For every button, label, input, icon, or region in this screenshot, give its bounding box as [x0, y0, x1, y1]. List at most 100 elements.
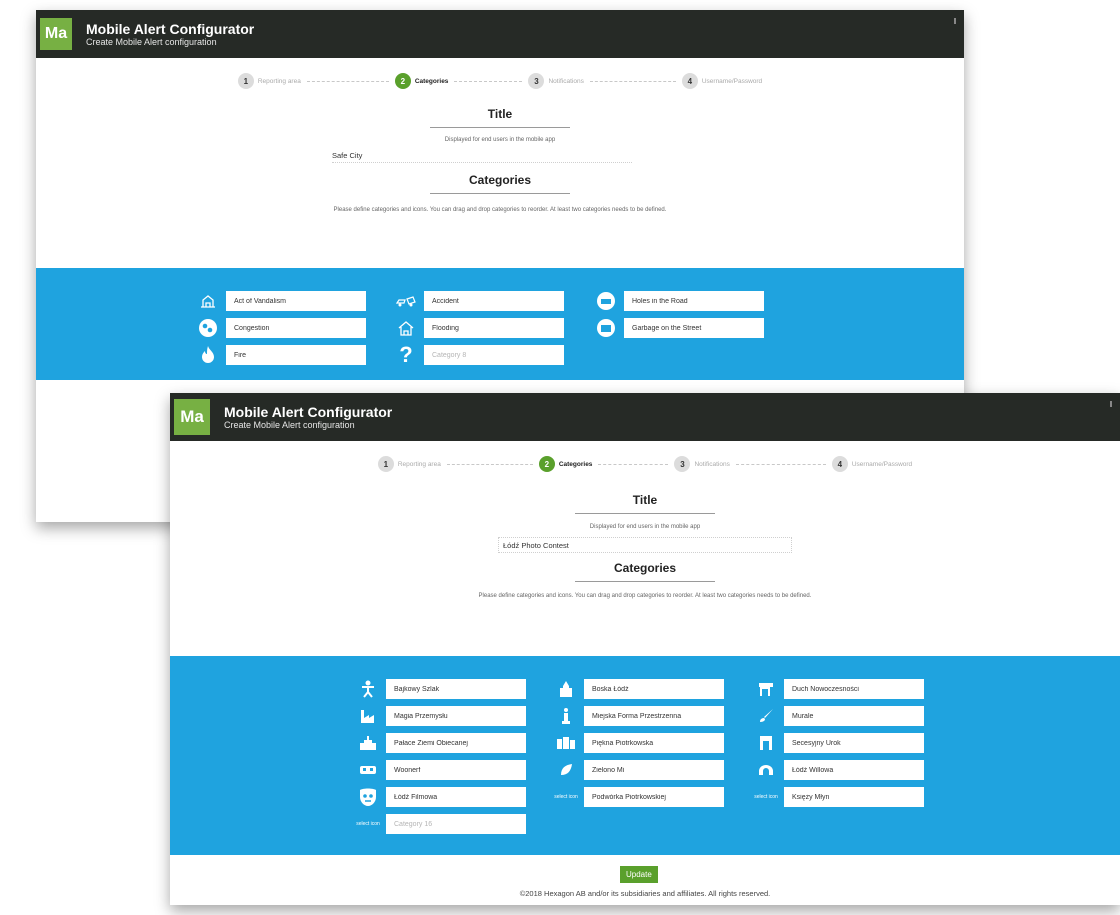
step-notifications[interactable]: 3 Notifications [674, 456, 730, 472]
menu-icon[interactable] [1110, 401, 1112, 407]
step-categories[interactable]: 2 Categories [394, 73, 448, 89]
category-item[interactable] [594, 291, 764, 311]
configurator-window-lodz: Ma Mobile Alert Configurator Create Mobi… [170, 393, 1120, 905]
category-input[interactable] [226, 291, 366, 311]
hole-icon[interactable] [594, 291, 618, 311]
palace-icon[interactable] [356, 733, 380, 753]
category-item[interactable] [196, 345, 366, 365]
app-title: Mobile Alert Configurator [86, 20, 255, 37]
category-item[interactable]: select icon [754, 787, 924, 807]
update-button[interactable]: Update [620, 866, 658, 883]
category-input-empty[interactable] [386, 814, 526, 834]
category-input-empty[interactable] [424, 345, 564, 365]
category-item[interactable] [196, 318, 366, 338]
category-item[interactable] [554, 706, 724, 726]
step-categories[interactable]: 2 Categories [538, 456, 592, 472]
doorway-icon[interactable] [754, 733, 778, 753]
accident-icon[interactable] [394, 291, 418, 311]
category-item[interactable] [554, 760, 724, 780]
step-number: 1 [237, 73, 254, 89]
category-input[interactable] [386, 679, 526, 699]
wizard-stepper: 1 Reporting area 2 Categories 3 Notifica… [170, 447, 1120, 481]
category-item[interactable] [394, 291, 564, 311]
step-number: 3 [528, 73, 545, 89]
category-item[interactable]: select icon [356, 814, 526, 834]
category-item[interactable] [594, 318, 764, 338]
category-item[interactable]: ? [394, 342, 564, 367]
title-helper-text: Displayed for end users in the mobile ap… [589, 524, 701, 530]
leaf-icon[interactable] [554, 760, 578, 780]
brush-icon[interactable] [754, 706, 778, 726]
category-input[interactable] [386, 760, 526, 780]
category-item[interactable] [356, 679, 526, 699]
category-item[interactable] [394, 318, 564, 338]
category-input[interactable] [784, 706, 924, 726]
category-item[interactable] [554, 679, 724, 699]
title-heading: Title [487, 107, 513, 121]
figure-icon[interactable] [356, 679, 380, 699]
menu-icon[interactable] [954, 18, 956, 24]
step-reporting-area[interactable]: 1 Reporting area [237, 73, 301, 89]
category-input[interactable] [386, 787, 526, 807]
step-username-password[interactable]: 4 Username/Password [681, 73, 762, 89]
garbage-icon[interactable] [594, 318, 618, 338]
step-label: Notifications [694, 460, 730, 468]
vandalism-icon[interactable] [196, 291, 220, 311]
category-input[interactable] [624, 291, 764, 311]
category-input[interactable] [784, 733, 924, 753]
step-reporting-area[interactable]: 1 Reporting area [377, 456, 441, 472]
app-header: Ma Mobile Alert Configurator Create Mobi… [170, 393, 1120, 441]
category-item[interactable] [356, 733, 526, 753]
select-icon[interactable]: select icon [356, 821, 380, 827]
category-item[interactable] [356, 787, 526, 807]
title-input[interactable] [332, 149, 632, 163]
mask-icon[interactable] [356, 787, 380, 807]
category-input[interactable] [784, 760, 924, 780]
category-input[interactable] [584, 760, 724, 780]
title-input[interactable] [498, 537, 792, 553]
step-number: 4 [681, 73, 698, 89]
categories-helper-text: Please define categories and icons. You … [478, 593, 812, 599]
select-icon[interactable]: select icon [554, 794, 578, 800]
app-logo: Ma [174, 399, 210, 435]
app-header: Ma Mobile Alert Configurator Create Mobi… [36, 10, 964, 58]
category-item[interactable] [554, 733, 724, 753]
title-underline [430, 127, 570, 128]
statue-icon[interactable] [554, 706, 578, 726]
congestion-icon[interactable] [196, 318, 220, 338]
category-input[interactable] [584, 787, 724, 807]
category-item[interactable] [754, 679, 924, 699]
chair-icon[interactable] [754, 679, 778, 699]
category-input[interactable] [424, 318, 564, 338]
category-input[interactable] [584, 706, 724, 726]
select-icon[interactable]: select icon [754, 794, 778, 800]
category-item[interactable]: select icon [554, 787, 724, 807]
category-item[interactable] [754, 706, 924, 726]
category-input[interactable] [784, 787, 924, 807]
category-input[interactable] [584, 733, 724, 753]
category-input[interactable] [584, 679, 724, 699]
categories-helper-text: Please define categories and icons. You … [333, 207, 667, 213]
category-input[interactable] [386, 733, 526, 753]
category-input[interactable] [784, 679, 924, 699]
question-icon[interactable]: ? [394, 342, 418, 367]
category-input[interactable] [624, 318, 764, 338]
arch-icon[interactable] [754, 760, 778, 780]
category-input[interactable] [386, 706, 526, 726]
category-input[interactable] [226, 345, 366, 365]
category-item[interactable] [196, 291, 366, 311]
step-username-password[interactable]: 4 Username/Password [831, 456, 912, 472]
category-input[interactable] [424, 291, 564, 311]
fire-icon[interactable] [196, 345, 220, 365]
category-item[interactable] [356, 760, 526, 780]
category-item[interactable] [754, 733, 924, 753]
step-notifications[interactable]: 3 Notifications [528, 73, 584, 89]
flooding-icon[interactable] [394, 318, 418, 338]
category-item[interactable] [356, 706, 526, 726]
factory-icon[interactable] [356, 706, 380, 726]
tenement-icon[interactable] [554, 733, 578, 753]
woonerf-icon[interactable] [356, 760, 380, 780]
church-icon[interactable] [554, 679, 578, 699]
category-item[interactable] [754, 760, 924, 780]
category-input[interactable] [226, 318, 366, 338]
